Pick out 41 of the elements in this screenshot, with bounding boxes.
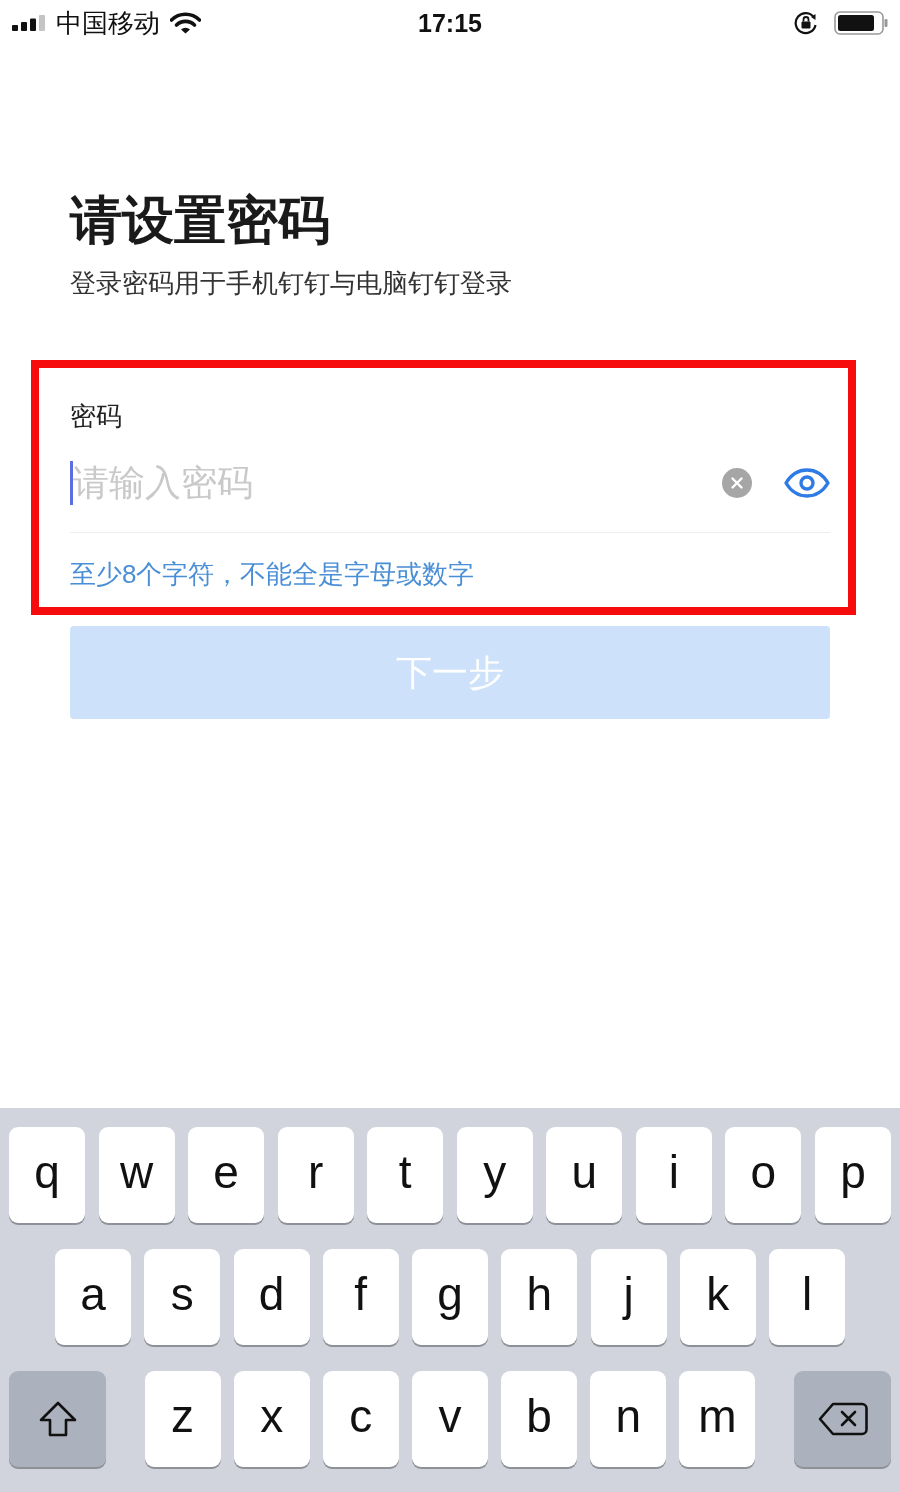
wifi-icon — [170, 12, 201, 34]
keyboard-key[interactable]: h — [501, 1249, 578, 1345]
battery-icon — [834, 11, 888, 35]
keyboard-key[interactable]: n — [590, 1371, 667, 1467]
keyboard-key[interactable]: i — [635, 1127, 712, 1223]
keyboard-key[interactable]: f — [322, 1249, 399, 1345]
page-subtitle: 登录密码用于手机钉钉与电脑钉钉登录 — [70, 267, 512, 299]
keyboard-key[interactable]: g — [412, 1249, 488, 1345]
keyboard-key[interactable]: c — [322, 1371, 399, 1467]
keyboard-key[interactable]: y — [456, 1127, 533, 1223]
keyboard-key[interactable]: m — [679, 1371, 756, 1467]
keyboard-key[interactable]: d — [233, 1249, 310, 1345]
keyboard-key[interactable]: o — [725, 1127, 802, 1223]
keyboard-key[interactable]: x — [233, 1371, 310, 1467]
keyboard-key[interactable]: w — [98, 1127, 175, 1223]
eye-icon[interactable] — [784, 468, 830, 498]
keyboard-key[interactable]: z — [144, 1371, 221, 1467]
rotation-lock-icon — [794, 11, 818, 35]
field-label: 密码 — [70, 400, 122, 432]
delete-key[interactable] — [794, 1371, 891, 1467]
keyboard-key[interactable]: u — [546, 1127, 623, 1223]
keyboard-key[interactable]: t — [367, 1127, 444, 1223]
keyboard-key[interactable]: l — [769, 1249, 845, 1345]
keyboard-key[interactable]: k — [679, 1249, 756, 1345]
keyboard-key[interactable]: r — [277, 1127, 354, 1223]
keyboard-key[interactable]: v — [411, 1371, 488, 1467]
keyboard-key[interactable]: b — [501, 1371, 578, 1467]
keyboard-key[interactable]: a — [55, 1249, 131, 1345]
keyboard-key[interactable]: j — [590, 1249, 667, 1345]
keyboard-key[interactable]: s — [144, 1249, 221, 1345]
status-time: 17:15 — [418, 10, 482, 36]
keyboard-key[interactable]: e — [188, 1127, 265, 1223]
signal-icon — [12, 15, 46, 31]
keyboard-key[interactable]: q — [9, 1127, 85, 1223]
arrow-up-icon — [38, 1401, 77, 1437]
shift-key[interactable] — [9, 1371, 106, 1467]
carrier-name: 中国移动 — [56, 10, 160, 36]
password-hint: 至少8个字符，不能全是字母或数字 — [70, 558, 475, 590]
backspace-icon — [817, 1402, 868, 1436]
page-title: 请设置密码 — [70, 190, 330, 250]
keyboard-key[interactable]: p — [814, 1127, 891, 1223]
